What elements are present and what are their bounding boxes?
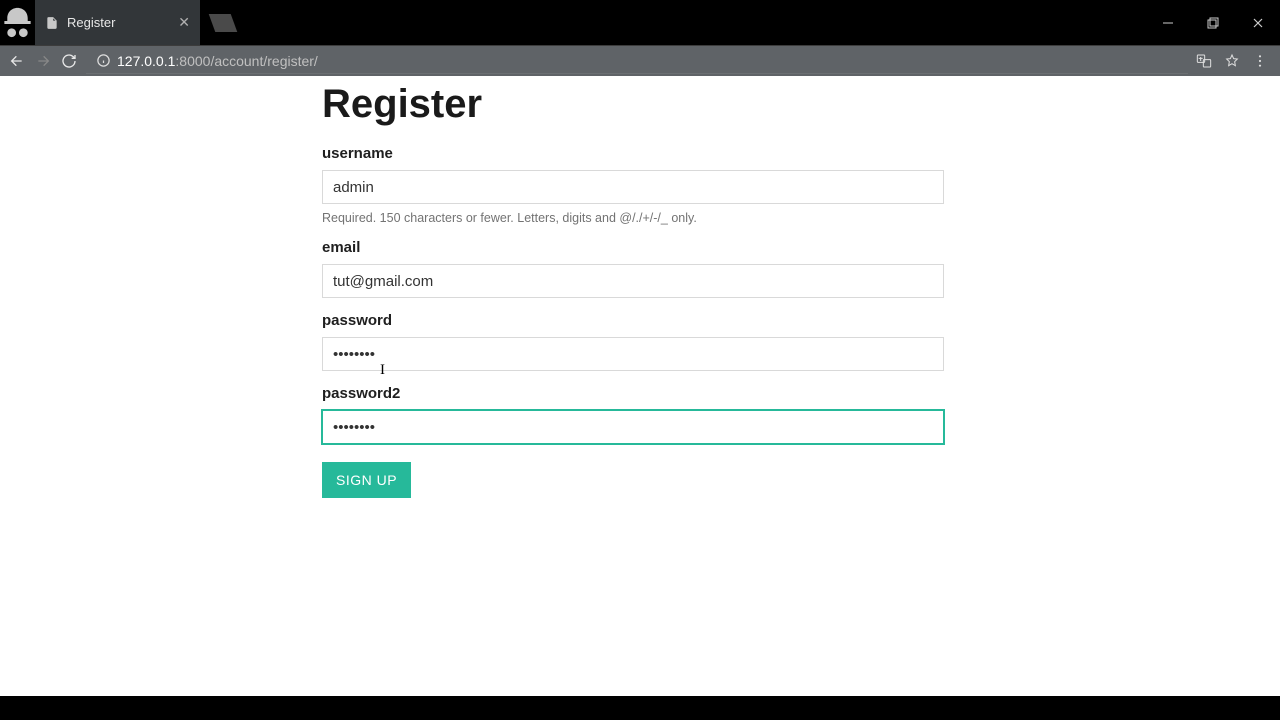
email-input[interactable] bbox=[322, 264, 944, 298]
incognito-icon bbox=[0, 0, 35, 45]
username-help: Required. 150 characters or fewer. Lette… bbox=[322, 211, 944, 225]
forward-button[interactable] bbox=[34, 52, 52, 70]
username-input[interactable] bbox=[322, 170, 944, 204]
password-label: password bbox=[322, 312, 944, 329]
window-controls bbox=[1145, 0, 1280, 45]
tab-title: Register bbox=[67, 15, 170, 30]
back-button[interactable] bbox=[8, 52, 26, 70]
minimize-button[interactable] bbox=[1145, 0, 1190, 45]
maximize-button[interactable] bbox=[1190, 0, 1235, 45]
page-content: Register username Required. 150 characte… bbox=[0, 76, 1280, 696]
translate-icon[interactable] bbox=[1196, 53, 1212, 69]
page-title: Register bbox=[322, 82, 944, 127]
reload-button[interactable] bbox=[60, 52, 78, 70]
menu-icon[interactable] bbox=[1252, 53, 1268, 69]
star-icon[interactable] bbox=[1224, 53, 1240, 69]
browser-toolbar: 127.0.0.1:8000/account/register/ bbox=[0, 45, 1280, 76]
address-bar[interactable]: 127.0.0.1:8000/account/register/ bbox=[86, 48, 1188, 74]
email-field: email bbox=[322, 239, 944, 298]
info-icon bbox=[96, 53, 111, 68]
username-field: username Required. 150 characters or few… bbox=[322, 145, 944, 225]
bottom-letterbox bbox=[0, 696, 1280, 720]
window-titlebar: Register ✕ bbox=[0, 0, 1280, 45]
url-text: 127.0.0.1:8000/account/register/ bbox=[117, 53, 318, 69]
password2-field: password2 bbox=[322, 385, 944, 444]
password2-label: password2 bbox=[322, 385, 944, 402]
browser-tab[interactable]: Register ✕ bbox=[35, 0, 200, 45]
new-tab-button[interactable] bbox=[208, 0, 238, 45]
signup-button[interactable]: SIGN UP bbox=[322, 462, 411, 498]
password-field: password bbox=[322, 312, 944, 371]
close-button[interactable] bbox=[1235, 0, 1280, 45]
email-label: email bbox=[322, 239, 944, 256]
page-icon bbox=[45, 16, 59, 30]
username-label: username bbox=[322, 145, 944, 162]
tab-close-icon[interactable]: ✕ bbox=[178, 14, 190, 31]
password-input[interactable] bbox=[322, 337, 944, 371]
password2-input[interactable] bbox=[322, 410, 944, 444]
